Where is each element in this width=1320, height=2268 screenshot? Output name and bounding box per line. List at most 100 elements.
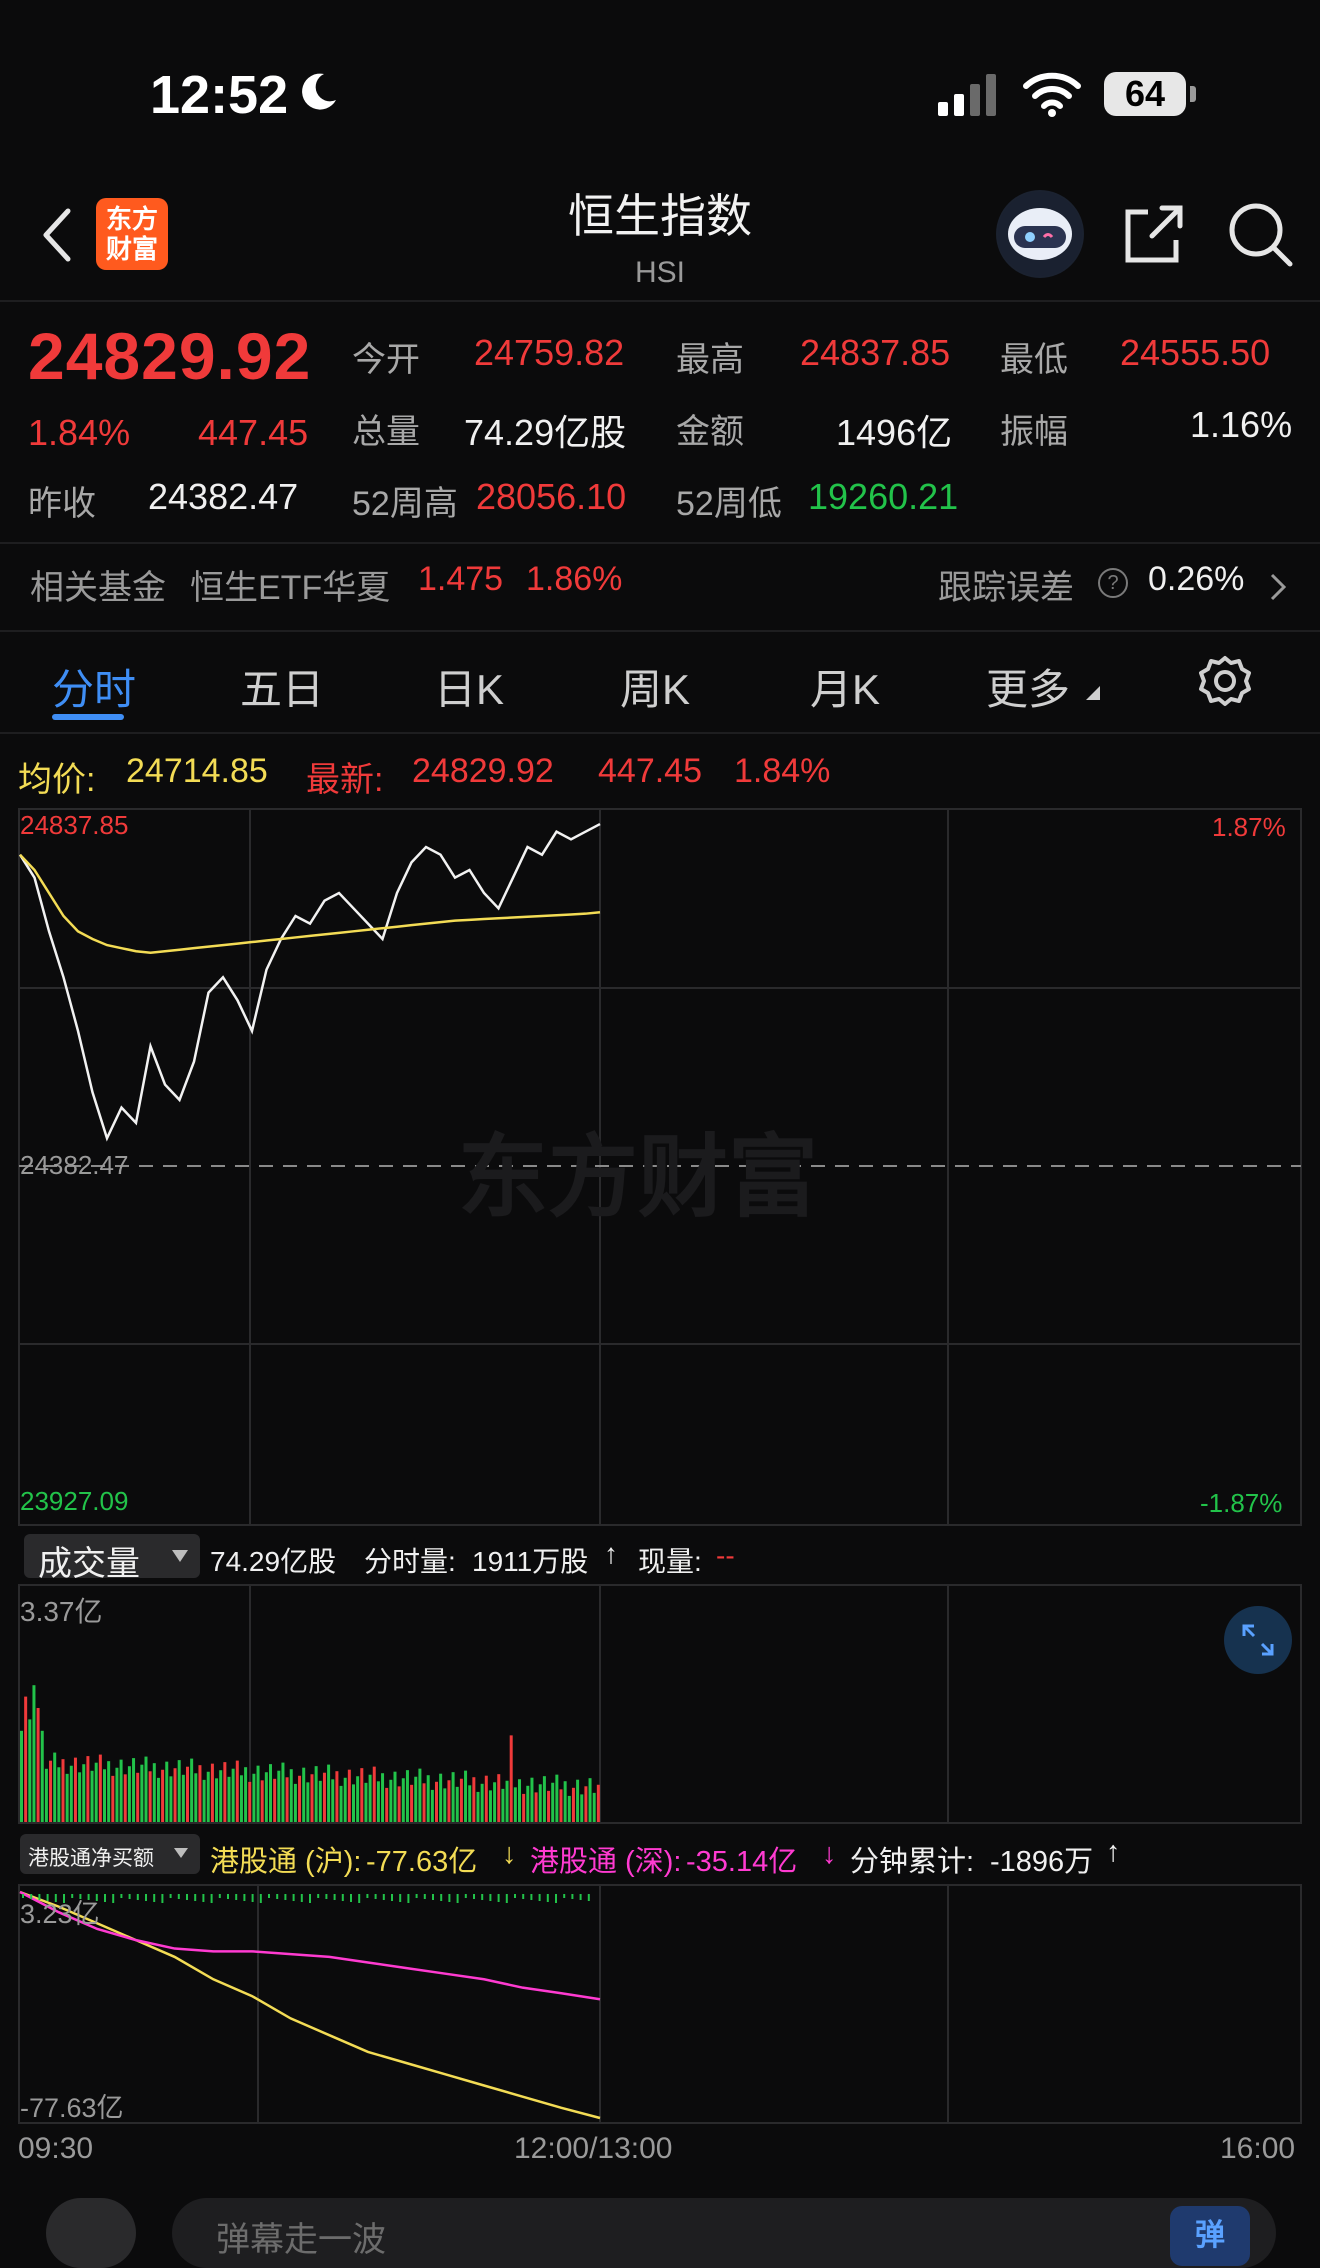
volume-bar [397, 1786, 401, 1822]
volume-indicator-selector[interactable]: 成交量 [24, 1534, 200, 1583]
volume-bar [82, 1764, 86, 1822]
high-label: 最高 [676, 341, 744, 379]
volume-bar [331, 1779, 335, 1822]
volume-bar [24, 1696, 28, 1822]
volume-bar [119, 1759, 123, 1822]
flow-minute-bar [415, 1894, 418, 1898]
flow-minute-bar [587, 1894, 590, 1901]
chart-bottom-left-label: 23927.09 [20, 1486, 129, 1516]
volume-bar [69, 1765, 73, 1822]
settings-gear-icon[interactable] [1198, 654, 1252, 708]
volume-bar [194, 1773, 198, 1822]
flow-minute-bar [440, 1894, 443, 1901]
share-icon[interactable] [1122, 202, 1186, 266]
avg-value: 24714.85 [126, 752, 268, 790]
flow-sz-line [19, 1890, 601, 2001]
volume-bar [555, 1774, 559, 1822]
tab-more[interactable]: 更多 [986, 656, 1070, 717]
volume-bar [310, 1774, 314, 1822]
danmu-input[interactable]: 弹幕走一波 [172, 2198, 1276, 2268]
volume-bar [464, 1770, 468, 1822]
low-value: 24555.50 [1120, 332, 1271, 373]
chart-mid-left-label: 24382.47 [20, 1150, 129, 1180]
volume-selector-label: 成交量 [38, 1545, 140, 1583]
volume-label: 总量 [352, 413, 420, 451]
tracking-error-label: 跟踪误差 [938, 569, 1074, 607]
comment-list-button[interactable] [46, 2198, 136, 2268]
prev-close-value: 24382.47 [148, 476, 299, 517]
danmu-toggle-button[interactable]: 弹 [1170, 2206, 1250, 2266]
volume-bar [360, 1768, 364, 1822]
flow-minute-bar [341, 1894, 344, 1901]
help-icon[interactable]: ? [1098, 568, 1128, 598]
volume-bar [186, 1766, 189, 1822]
volume-bar [152, 1763, 156, 1822]
volume-bar [505, 1780, 509, 1822]
prev-close-label: 昨收 [28, 485, 96, 523]
volume-bar [530, 1777, 534, 1822]
tab-daily-k[interactable]: 日K [434, 656, 504, 717]
volume-bar [547, 1790, 551, 1822]
flow-minute-bar [514, 1894, 516, 1898]
volume-bar-chart[interactable] [18, 1584, 1302, 1824]
flow-minute-bar [300, 1894, 303, 1902]
flow-minute-bar [382, 1894, 385, 1900]
tab-monthly-k[interactable]: 月K [810, 656, 880, 717]
flow-minute-bar [128, 1894, 131, 1899]
search-icon[interactable] [1226, 200, 1294, 268]
assistant-robot-icon[interactable] [996, 190, 1084, 278]
volume-bar [202, 1779, 206, 1822]
tab-weekly-k[interactable]: 周K [620, 656, 690, 717]
expand-chart-button[interactable] [1224, 1606, 1292, 1674]
flow-minute-bar [153, 1894, 156, 1902]
volume-bar [401, 1778, 405, 1822]
flow-top-label: 3.23亿 [20, 1899, 100, 1929]
volume-bar [169, 1776, 173, 1822]
volume-bar [318, 1780, 322, 1822]
flow-minute-bar [350, 1894, 352, 1902]
flow-minute-bar [284, 1894, 287, 1900]
wk52-low-value: 19260.21 [808, 476, 959, 517]
volume-bar [264, 1772, 268, 1822]
flow-minute-bar [481, 1894, 484, 1900]
status-time: 12:52 [150, 65, 289, 125]
volume-bar [418, 1768, 422, 1822]
tabs-divider [0, 732, 1320, 734]
flow-minute-bar [276, 1894, 279, 1899]
volume-bar [327, 1764, 331, 1822]
volume-bar [584, 1786, 588, 1822]
fund-divider [0, 630, 1320, 632]
flow-minute-bar [579, 1894, 582, 1900]
low-label: 最低 [1000, 341, 1068, 379]
flow-sz-value: -35.14亿 [686, 1846, 798, 1878]
active-tab-indicator [52, 714, 124, 720]
amount-label: 金额 [676, 413, 744, 451]
volume-bar [576, 1779, 580, 1822]
volume-bar [273, 1778, 277, 1822]
volume-bar [256, 1765, 260, 1822]
intraday-price-chart[interactable]: 东方财富 [18, 808, 1302, 1526]
volume-bar [57, 1767, 61, 1822]
fund-name[interactable]: 恒生ETF华夏 [190, 560, 390, 609]
chevron-right-icon[interactable] [1268, 572, 1288, 602]
flow-indicator-selector[interactable]: 港股通净买额 [20, 1834, 200, 1874]
volume-bar [372, 1766, 376, 1822]
volume-bar [522, 1793, 526, 1822]
quote-divider [0, 542, 1320, 544]
flow-minute-bar [169, 1894, 172, 1898]
volume-bar [513, 1787, 517, 1822]
amplitude-value: 1.16% [1190, 404, 1293, 445]
flow-minute-bar [309, 1894, 311, 1903]
volume-bar [322, 1772, 326, 1822]
southbound-flow-chart[interactable] [18, 1884, 1302, 2124]
flow-minute-bar [333, 1894, 336, 1900]
volume-bar [364, 1782, 368, 1822]
flow-bottom-label: -77.63亿 [20, 2093, 124, 2123]
tab-intraday[interactable]: 分时 [52, 656, 136, 717]
volume-bar [90, 1770, 94, 1822]
volume-bar [20, 1730, 23, 1822]
time-axis-start: 09:30 [18, 2132, 94, 2165]
volume-bar [455, 1786, 459, 1822]
tab-five-day[interactable]: 五日 [240, 656, 324, 717]
fund-price: 1.475 [418, 560, 504, 598]
